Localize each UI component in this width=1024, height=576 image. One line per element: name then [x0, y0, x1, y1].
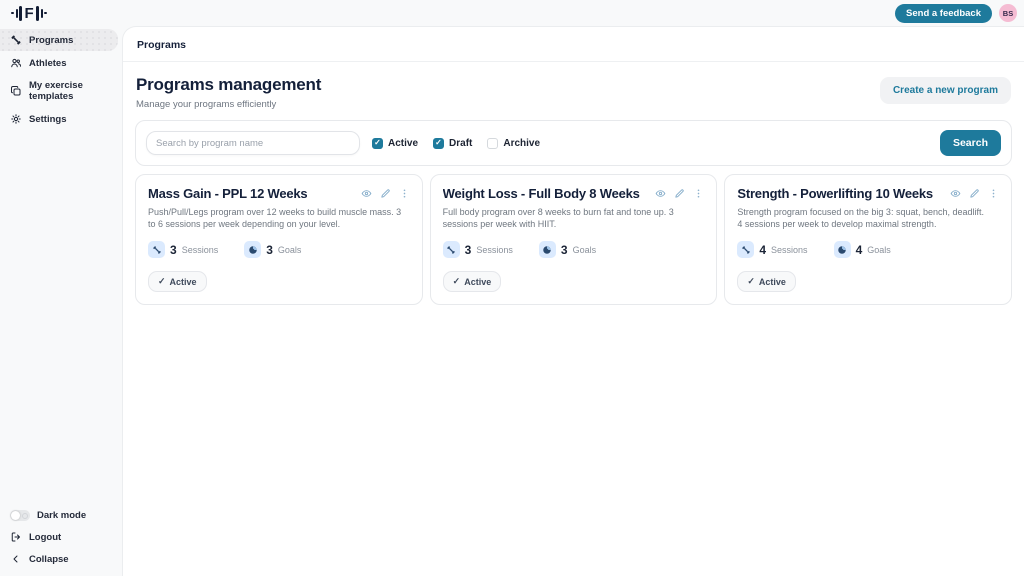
- edit-icon[interactable]: [380, 188, 391, 199]
- status-label: Active: [759, 277, 786, 287]
- status-label: Active: [464, 277, 491, 287]
- logout-label: Logout: [29, 532, 61, 543]
- logout-button[interactable]: Logout: [0, 526, 122, 548]
- status-badge: ✓ Active: [737, 271, 796, 292]
- edit-icon[interactable]: [969, 188, 980, 199]
- dumbbell-icon: [148, 241, 165, 258]
- sidebar-item-athletes[interactable]: Athletes: [0, 52, 122, 74]
- goals-label: Goals: [867, 245, 891, 255]
- sessions-stat: 4 Sessions: [737, 241, 807, 258]
- sessions-count: 3: [465, 243, 472, 257]
- goals-label: Goals: [278, 245, 302, 255]
- chevron-left-icon: [10, 553, 22, 565]
- dumbbell-icon: [10, 34, 22, 46]
- checkbox-icon[interactable]: [433, 138, 444, 149]
- sidebar: Programs Athletes My exercise templates …: [0, 28, 122, 576]
- checkbox-icon[interactable]: [487, 138, 498, 149]
- check-icon: ✓: [747, 276, 755, 287]
- programs-grid: Mass Gain - PPL 12 Weeks: [135, 174, 1012, 305]
- templates-icon: [10, 85, 22, 97]
- sessions-count: 3: [170, 243, 177, 257]
- goals-stat: 4 Goals: [834, 241, 891, 258]
- check-icon: ✓: [158, 276, 166, 287]
- page-title: Programs management: [136, 75, 321, 95]
- sidebar-item-label: Programs: [29, 35, 73, 46]
- filter-label: Draft: [449, 138, 472, 149]
- search-panel: Active Draft Archive Search: [135, 120, 1012, 166]
- search-button[interactable]: Search: [940, 130, 1001, 156]
- program-description: Full body program over 8 weeks to burn f…: [443, 206, 697, 231]
- edit-icon[interactable]: [674, 188, 685, 199]
- target-icon: [244, 241, 261, 258]
- filter-archive[interactable]: Archive: [487, 138, 540, 149]
- goals-count: 3: [561, 243, 568, 257]
- filter-draft[interactable]: Draft: [433, 138, 472, 149]
- status-badge: ✓ Active: [443, 271, 502, 292]
- view-icon[interactable]: [361, 188, 372, 199]
- checkbox-icon[interactable]: [372, 138, 383, 149]
- program-title: Strength - Powerlifting 10 Weeks: [737, 186, 933, 203]
- check-icon: ✓: [453, 276, 461, 287]
- app-logo: F: [11, 6, 47, 21]
- sessions-label: Sessions: [182, 245, 219, 255]
- users-icon: [10, 57, 22, 69]
- dumbbell-icon: [443, 241, 460, 258]
- goals-label: Goals: [573, 245, 597, 255]
- collapse-button[interactable]: Collapse: [0, 548, 122, 570]
- program-card: Strength - Powerlifting 10 Weeks: [724, 174, 1012, 305]
- goals-count: 4: [856, 243, 863, 257]
- logout-icon: [10, 531, 22, 543]
- more-options-icon[interactable]: [399, 188, 410, 199]
- sessions-count: 4: [759, 243, 766, 257]
- page-subtitle: Manage your programs efficiently: [136, 99, 321, 110]
- send-feedback-button[interactable]: Send a feedback: [895, 4, 992, 23]
- gear-icon: [10, 113, 22, 125]
- goals-stat: 3 Goals: [539, 241, 596, 258]
- sessions-label: Sessions: [476, 245, 513, 255]
- breadcrumb: Programs: [137, 39, 186, 51]
- target-icon: [539, 241, 556, 258]
- sidebar-item-label: Athletes: [29, 58, 66, 69]
- filter-active[interactable]: Active: [372, 138, 418, 149]
- goals-stat: 3 Goals: [244, 241, 301, 258]
- dark-mode-row: Dark mode: [0, 505, 122, 526]
- dark-mode-toggle[interactable]: [10, 510, 30, 521]
- logo-letter: F: [25, 6, 34, 21]
- program-description: Strength program focused on the big 3: s…: [737, 206, 991, 231]
- search-input[interactable]: [146, 131, 360, 155]
- collapse-label: Collapse: [29, 554, 69, 565]
- goals-count: 3: [266, 243, 273, 257]
- sidebar-item-templates[interactable]: My exercise templates: [0, 75, 122, 107]
- create-program-button[interactable]: Create a new program: [880, 77, 1011, 104]
- sidebar-item-label: Settings: [29, 114, 66, 125]
- sessions-stat: 3 Sessions: [148, 241, 218, 258]
- program-card: Mass Gain - PPL 12 Weeks: [135, 174, 423, 305]
- program-card: Weight Loss - Full Body 8 Weeks: [430, 174, 718, 305]
- main-panel: Programs Programs management Manage your…: [122, 26, 1024, 576]
- status-badge: ✓ Active: [148, 271, 207, 292]
- breadcrumb-row: Programs: [123, 27, 1024, 62]
- status-label: Active: [170, 277, 197, 287]
- sidebar-item-label: My exercise templates: [29, 80, 112, 102]
- more-options-icon[interactable]: [988, 188, 999, 199]
- program-description: Push/Pull/Legs program over 12 weeks to …: [148, 206, 402, 231]
- user-avatar[interactable]: BS: [999, 4, 1017, 22]
- view-icon[interactable]: [950, 188, 961, 199]
- filter-label: Active: [388, 138, 418, 149]
- top-bar: F Send a feedback BS: [0, 0, 1024, 26]
- sessions-label: Sessions: [771, 245, 808, 255]
- target-icon: [834, 241, 851, 258]
- dark-mode-label: Dark mode: [37, 510, 86, 521]
- more-options-icon[interactable]: [693, 188, 704, 199]
- sessions-stat: 3 Sessions: [443, 241, 513, 258]
- program-title: Mass Gain - PPL 12 Weeks: [148, 186, 307, 203]
- program-title: Weight Loss - Full Body 8 Weeks: [443, 186, 640, 203]
- filter-label: Archive: [503, 138, 540, 149]
- dumbbell-icon: [737, 241, 754, 258]
- sidebar-item-programs[interactable]: Programs: [0, 29, 118, 51]
- view-icon[interactable]: [655, 188, 666, 199]
- sidebar-item-settings[interactable]: Settings: [0, 108, 122, 130]
